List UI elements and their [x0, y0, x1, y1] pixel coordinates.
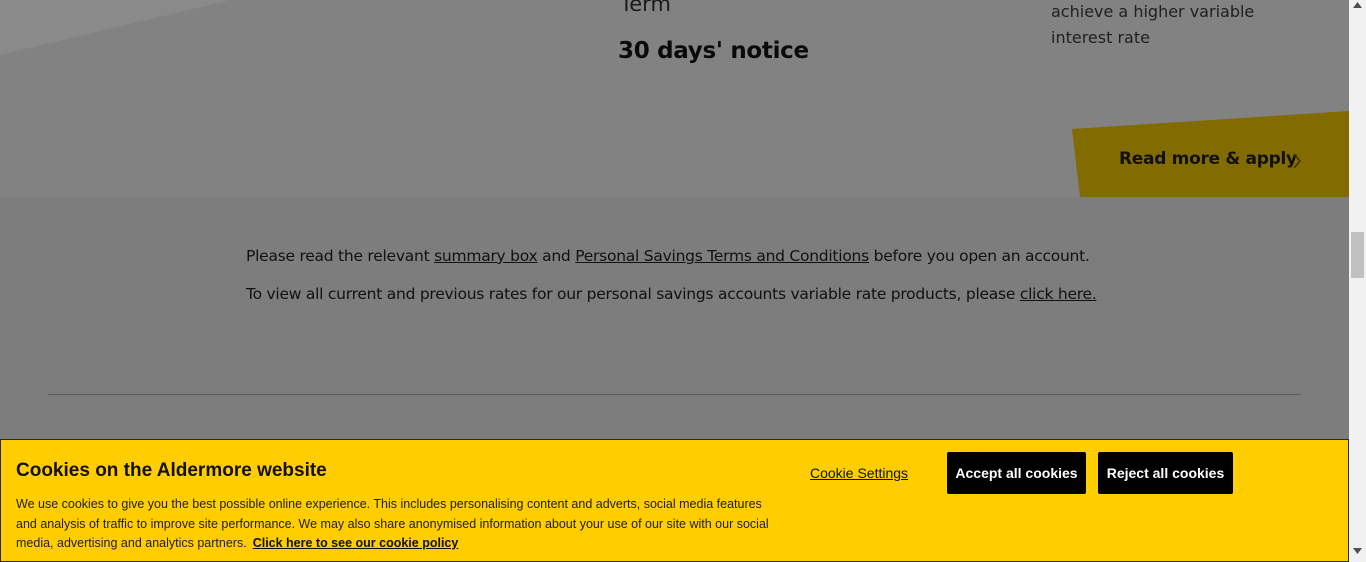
info-text: and	[537, 247, 576, 265]
info-text: To view all current and previous rates f…	[246, 285, 1020, 303]
read-more-apply-button[interactable]: Read more & apply	[1072, 111, 1349, 197]
cookie-settings-button[interactable]: Cookie Settings	[810, 465, 908, 481]
cookie-banner-text: We use cookies to give you the best poss…	[16, 495, 786, 554]
cookie-policy-link[interactable]: Click here to see our cookie policy	[253, 536, 459, 550]
decorative-shape	[0, 0, 230, 55]
cookie-banner-title: Cookies on the Aldermore website	[16, 460, 327, 481]
notice-period-value: 30 days' notice	[618, 38, 809, 64]
summary-box-link[interactable]: summary box	[434, 247, 538, 265]
product-card: Term 30 days' notice achieve a higher va…	[0, 0, 1349, 197]
scroll-up-arrow-icon[interactable]	[1353, 2, 1362, 8]
rate-note: achieve a higher variable interest rate	[1051, 2, 1255, 47]
reject-all-cookies-button[interactable]: Reject all cookies	[1098, 452, 1233, 494]
click-here-link[interactable]: click here.	[1020, 285, 1097, 303]
term-label: Term	[620, 0, 671, 16]
info-text: Please read the relevant	[246, 247, 435, 265]
chevron-right-icon	[1293, 153, 1301, 169]
cookie-banner: Cookies on the Aldermore website We use …	[0, 439, 1349, 562]
info-line-summary: Please read the relevant summary box and…	[246, 247, 1090, 265]
scroll-down-arrow-icon[interactable]	[1353, 548, 1362, 554]
terms-conditions-link[interactable]: Personal Savings Terms and Conditions	[575, 247, 869, 265]
accept-all-cookies-button[interactable]: Accept all cookies	[947, 452, 1086, 494]
scrollbar-thumb[interactable]	[1351, 232, 1364, 278]
apply-button-label: Read more & apply	[1119, 149, 1297, 169]
page-scrollbar[interactable]	[1349, 0, 1366, 562]
section-divider	[48, 394, 1301, 395]
info-text: before you open an account.	[868, 247, 1090, 265]
info-line-rates: To view all current and previous rates f…	[246, 285, 1097, 303]
